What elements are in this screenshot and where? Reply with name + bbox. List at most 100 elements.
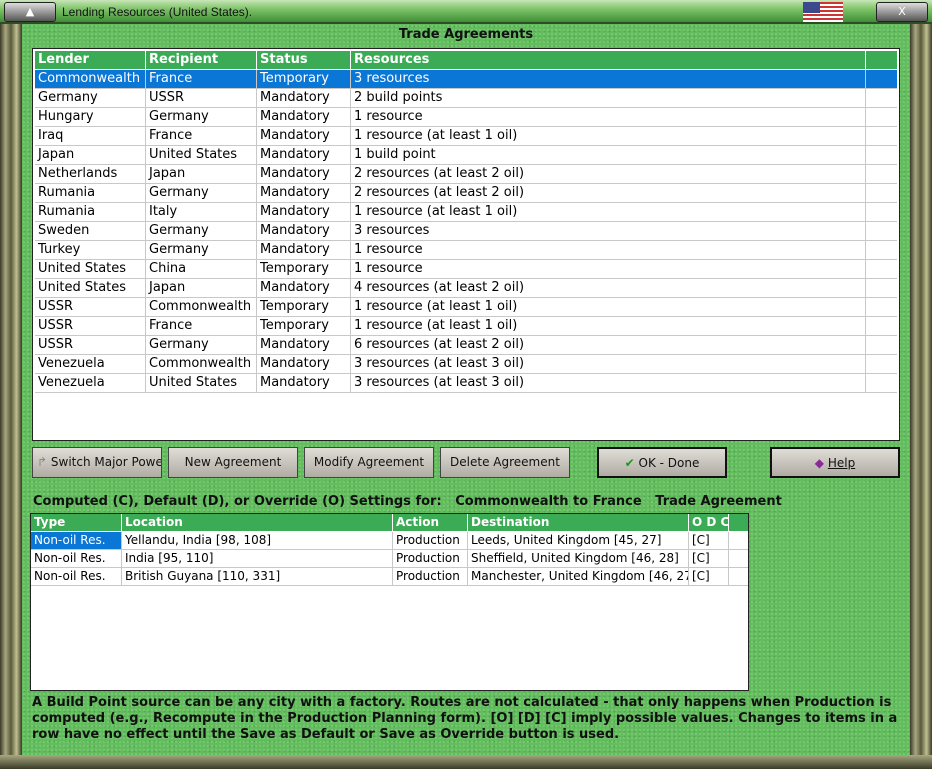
odc-cell[interactable]: [C]	[689, 568, 729, 585]
checkmark-icon: ✔	[624, 456, 635, 470]
status-cell: Mandatory	[257, 203, 351, 221]
close-button[interactable]: X	[876, 2, 928, 22]
type-cell[interactable]: Non-oil Res.	[31, 550, 122, 567]
switch-icon: ↱	[37, 455, 48, 469]
status-cell: Mandatory	[257, 336, 351, 354]
lender-cell: Rumania	[35, 203, 146, 221]
lender-cell: Iraq	[35, 127, 146, 145]
table-row[interactable]: Venezuela United States Mandatory 3 resourc…	[35, 374, 897, 393]
status-cell: Mandatory	[257, 222, 351, 240]
table-row[interactable]: Commonwealth France Temporary 3 resources	[35, 70, 897, 89]
action-cell[interactable]: Production	[393, 532, 468, 549]
new-agreement-button[interactable]: New Agreement	[168, 447, 298, 478]
odc-cell[interactable]: [C]	[689, 532, 729, 549]
table-row[interactable]: Germany USSR Mandatory 2 build points	[35, 89, 897, 108]
lender-cell: United States	[35, 279, 146, 297]
minimize-button[interactable]: ▲	[4, 2, 56, 22]
location-cell[interactable]: India [95, 110]	[122, 550, 393, 567]
table-row[interactable]: USSR Germany Mandatory 6 resources (at leas…	[35, 336, 897, 355]
table-row[interactable]: United States China Temporary 1 resource	[35, 260, 897, 279]
col-odc[interactable]: O D C	[689, 514, 729, 531]
action-cell[interactable]: Production	[393, 568, 468, 585]
resources-cell: 1 build point	[351, 146, 866, 164]
switch-major-power-button[interactable]: ↱ Switch Major Power	[32, 447, 162, 478]
location-cell[interactable]: Yellandu, India [98, 108]	[122, 532, 393, 549]
lender-cell: Rumania	[35, 184, 146, 202]
location-cell[interactable]: British Guyana [110, 331]	[122, 568, 393, 585]
resources-cell: 3 resources (at least 3 oil)	[351, 355, 866, 373]
status-cell: Mandatory	[257, 146, 351, 164]
lender-cell: Turkey	[35, 241, 146, 259]
table-header: Lender Recipient Status Resources	[35, 51, 897, 70]
settings-subject: Commonwealth to France	[455, 494, 642, 509]
status-cell: Mandatory	[257, 241, 351, 259]
col-location[interactable]: Location	[122, 514, 393, 531]
page-title: Trade Agreements	[398, 27, 534, 42]
table-row[interactable]: Non-oil Res. Yellandu, India [98, 108] Pro…	[31, 532, 748, 550]
recipient-cell: Germany	[146, 336, 257, 354]
recipient-cell: France	[146, 70, 257, 88]
table-row[interactable]: USSR Commonwealth Temporary 1 resource (at …	[35, 298, 897, 317]
table-row[interactable]: Non-oil Res. India [95, 110] Production She…	[31, 550, 748, 568]
table-row[interactable]: Non-oil Res. British Guyana [110, 331] Pro…	[31, 568, 748, 586]
table-row[interactable]: Turkey Germany Mandatory 1 resource	[35, 241, 897, 260]
col-resources[interactable]: Resources	[351, 51, 866, 69]
help-label: Help	[827, 456, 856, 470]
action-cell[interactable]: Production	[393, 550, 468, 567]
lender-cell: Commonwealth	[35, 70, 146, 88]
table-row[interactable]: Iraq France Mandatory 1 resource (at least …	[35, 127, 897, 146]
destination-cell[interactable]: Leeds, United Kingdom [45, 27]	[468, 532, 689, 549]
col-type[interactable]: Type	[31, 514, 122, 531]
table-row[interactable]: Venezuela Commonwealth Mandatory 3 resource…	[35, 355, 897, 374]
resources-cell: 1 resource (at least 1 oil)	[351, 298, 866, 316]
status-cell: Mandatory	[257, 127, 351, 145]
status-cell: Mandatory	[257, 374, 351, 392]
recipient-cell: Japan	[146, 165, 257, 183]
modify-agreement-button[interactable]: Modify Agreement	[304, 447, 434, 478]
table-row[interactable]: United States Japan Mandatory 4 resources (…	[35, 279, 897, 298]
col-lender[interactable]: Lender	[35, 51, 146, 69]
frame-bottom	[0, 755, 932, 769]
recipient-cell: Commonwealth	[146, 298, 257, 316]
recipient-cell: Commonwealth	[146, 355, 257, 373]
settings-table: Type Location Action Destination O D C N…	[30, 513, 749, 691]
table-row[interactable]: Japan United States Mandatory 1 build point	[35, 146, 897, 165]
ok-done-button[interactable]: ✔ OK - Done	[597, 447, 727, 478]
resources-cell: 1 resource	[351, 260, 866, 278]
col-action[interactable]: Action	[393, 514, 468, 531]
recipient-cell: Germany	[146, 184, 257, 202]
status-cell: Temporary	[257, 317, 351, 335]
table-row[interactable]: Sweden Germany Mandatory 3 resources	[35, 222, 897, 241]
settings-label: Computed (C), Default (D), or Override (…	[33, 494, 782, 509]
table-row[interactable]: Rumania Germany Mandatory 2 resources (at l…	[35, 184, 897, 203]
type-cell[interactable]: Non-oil Res.	[31, 568, 122, 585]
recipient-cell: France	[146, 127, 257, 145]
table-row[interactable]: USSR France Temporary 1 resource (at least …	[35, 317, 897, 336]
resources-cell: 1 resource	[351, 241, 866, 259]
settings-suffix: Trade Agreement	[655, 494, 782, 509]
recipient-cell: Japan	[146, 279, 257, 297]
resources-cell: 3 resources	[351, 222, 866, 240]
table-row[interactable]: Rumania Italy Mandatory 1 resource (at leas…	[35, 203, 897, 222]
resources-cell: 3 resources (at least 3 oil)	[351, 374, 866, 392]
col-status[interactable]: Status	[257, 51, 351, 69]
delete-agreement-button[interactable]: Delete Agreement	[440, 447, 570, 478]
resources-cell: 3 resources	[351, 70, 866, 88]
recipient-cell: United States	[146, 146, 257, 164]
col-destination[interactable]: Destination	[468, 514, 689, 531]
col-recipient[interactable]: Recipient	[146, 51, 257, 69]
status-cell: Mandatory	[257, 184, 351, 202]
lender-cell: Hungary	[35, 108, 146, 126]
help-button[interactable]: ◆ Help	[770, 447, 900, 478]
type-cell[interactable]: Non-oil Res.	[31, 532, 122, 549]
window-title: Lending Resources (United States).	[62, 5, 253, 19]
destination-cell[interactable]: Sheffield, United Kingdom [46, 28]	[468, 550, 689, 567]
status-cell: Temporary	[257, 298, 351, 316]
lender-cell: United States	[35, 260, 146, 278]
odc-cell[interactable]: [C]	[689, 550, 729, 567]
lender-cell: Venezuela	[35, 374, 146, 392]
destination-cell[interactable]: Manchester, United Kingdom [46, 27]	[468, 568, 689, 585]
table-row[interactable]: Hungary Germany Mandatory 1 resource	[35, 108, 897, 127]
table-row[interactable]: Netherlands Japan Mandatory 2 resources (at…	[35, 165, 897, 184]
lender-cell: USSR	[35, 317, 146, 335]
